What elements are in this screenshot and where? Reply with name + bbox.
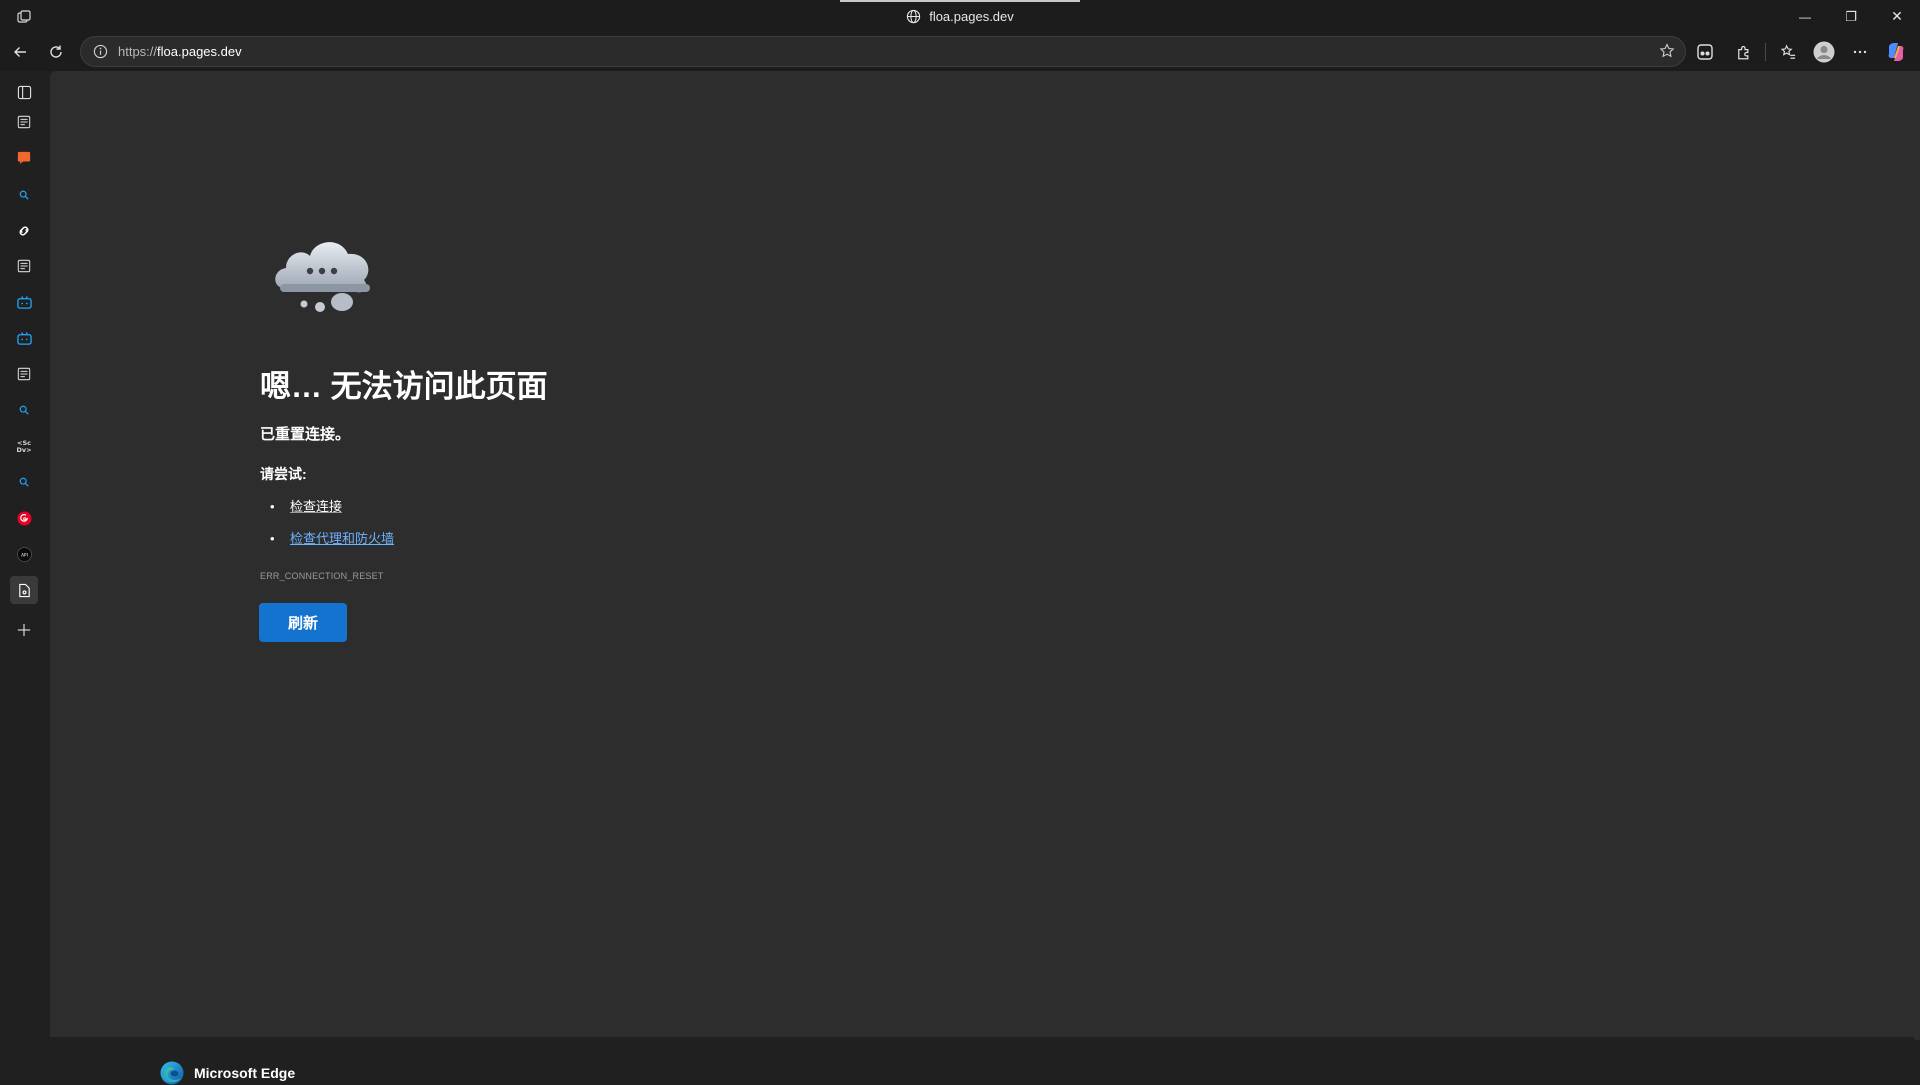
tab-page-icon — [17, 259, 31, 273]
puzzle-icon — [1737, 45, 1748, 59]
error-title: 嗯… 无法访问此页面 — [260, 369, 548, 404]
sad-cloud-icon — [270, 226, 380, 331]
star-icon — [1659, 43, 1675, 58]
error-code: ERR_CONNECTION_RESET — [260, 571, 384, 581]
toolbar-actions — [1687, 33, 1920, 71]
refresh-button[interactable]: 刷新 — [259, 603, 347, 642]
minimize-button[interactable]: — — [1782, 0, 1828, 33]
sidebar-tab-8[interactable] — [10, 360, 38, 388]
reload-icon — [50, 45, 62, 58]
favorites-button[interactable] — [1770, 34, 1806, 70]
tampermonkey-icon — [1697, 44, 1713, 60]
reload-button[interactable] — [38, 34, 74, 70]
search-icon — [19, 477, 29, 487]
extension-button[interactable] — [1687, 34, 1723, 70]
sidebar-tab-13[interactable]: API — [10, 540, 38, 568]
active-tab-indicator — [840, 0, 1080, 2]
minimize-icon: — — [1799, 9, 1811, 24]
more-dots-icon — [1853, 50, 1867, 54]
browser-toolbar: https://floa.pages.dev — [0, 33, 1920, 71]
url-text[interactable]: https://floa.pages.dev — [118, 44, 242, 59]
sidebar-tab-5[interactable] — [10, 252, 38, 280]
new-tab-button[interactable] — [10, 616, 38, 644]
sidebar-tab-4[interactable] — [10, 217, 38, 245]
check-connection-tip: 检查连接 — [290, 499, 343, 514]
settings-more-button[interactable] — [1842, 34, 1878, 70]
toolbar-separator — [1765, 43, 1766, 61]
scdv-icon: <ScDv> — [16, 439, 31, 454]
sidebar-tab-12[interactable] — [10, 504, 38, 532]
sidebar-tab-10[interactable]: <Sc Dv> — [10, 432, 38, 460]
back-arrow-icon — [14, 47, 26, 57]
search-icon — [19, 405, 29, 415]
restore-button[interactable]: ❐ — [1828, 0, 1874, 33]
scrollbar[interactable] — [1914, 71, 1920, 1040]
sidebar-tab-6[interactable] — [10, 288, 38, 316]
error-subtitle: 已重置连接。 — [260, 426, 351, 443]
close-button[interactable]: ✕ — [1874, 0, 1920, 33]
favorite-star-button[interactable] — [1659, 43, 1675, 64]
check-proxy-firewall-link[interactable]: 检查代理和防火墙 — [290, 531, 394, 546]
favorites-list-icon — [1780, 44, 1795, 59]
edge-logo-icon — [160, 1061, 184, 1085]
bilibili-tv-icon — [16, 295, 32, 309]
svg-text:Dv>: Dv> — [16, 446, 31, 454]
sidebar-tab-3[interactable] — [10, 181, 38, 209]
title-bar: floa.pages.dev — ❐ ✕ — [0, 0, 1920, 33]
suggestion-list: 检查连接 检查代理和防火墙 — [260, 491, 394, 555]
back-button[interactable] — [2, 34, 38, 70]
list-item: 检查连接 — [260, 491, 394, 523]
copilot-button[interactable] — [1878, 34, 1914, 70]
close-icon: ✕ — [1891, 8, 1903, 24]
site-info-icon[interactable] — [93, 44, 108, 59]
list-item: 检查代理和防火墙 — [260, 523, 394, 555]
address-bar[interactable]: https://floa.pages.dev — [80, 36, 1686, 67]
window-title-text: floa.pages.dev — [929, 9, 1014, 24]
url-host: floa.pages.dev — [157, 44, 242, 59]
try-label: 请尝试: — [260, 466, 307, 482]
profile-button[interactable] — [1806, 34, 1842, 70]
brand-footer: Microsoft Edge — [160, 1061, 295, 1085]
url-protocol: https:// — [118, 44, 158, 59]
orange-chat-icon — [17, 151, 31, 165]
restore-icon: ❐ — [1845, 8, 1857, 24]
sidebar-tab-9[interactable] — [10, 396, 38, 424]
link-icon — [19, 226, 29, 236]
window-controls: — ❐ ✕ — [1782, 0, 1920, 33]
avatar-icon — [1813, 41, 1835, 63]
bilibili-tv-icon — [16, 331, 32, 345]
gear-document-icon — [18, 583, 30, 597]
svg-text:API: API — [21, 552, 28, 557]
copilot-icon — [1888, 43, 1904, 61]
workspaces-icon — [17, 9, 31, 23]
sidebar-tab-11[interactable] — [10, 468, 38, 496]
extensions-button[interactable] — [1725, 34, 1761, 70]
sidebar-tab-7[interactable] — [10, 324, 38, 352]
sidebar-tab-1[interactable] — [10, 108, 38, 136]
window-title: floa.pages.dev — [0, 0, 1920, 33]
search-icon — [19, 190, 29, 200]
black-circle-icon: API — [16, 546, 32, 562]
tab-page-icon — [17, 115, 31, 129]
plus-icon — [17, 623, 31, 637]
workspaces-button[interactable] — [0, 0, 48, 33]
sidebar-tab-2[interactable] — [10, 144, 38, 172]
brand-name: Microsoft Edge — [194, 1065, 296, 1081]
page-content: 嗯… 无法访问此页面 已重置连接。 请尝试: 检查连接 检查代理和防火墙 ERR… — [50, 71, 1914, 1085]
globe-icon — [907, 9, 921, 24]
vertical-tabs-icon — [17, 85, 31, 99]
sidebar-tab-active[interactable] — [10, 576, 38, 604]
tab-page-icon — [17, 367, 31, 381]
netease-music-icon — [16, 510, 32, 526]
sidebar-tab-actions[interactable] — [10, 78, 38, 106]
vertical-tab-sidebar: <Sc Dv> API — [0, 71, 48, 1040]
